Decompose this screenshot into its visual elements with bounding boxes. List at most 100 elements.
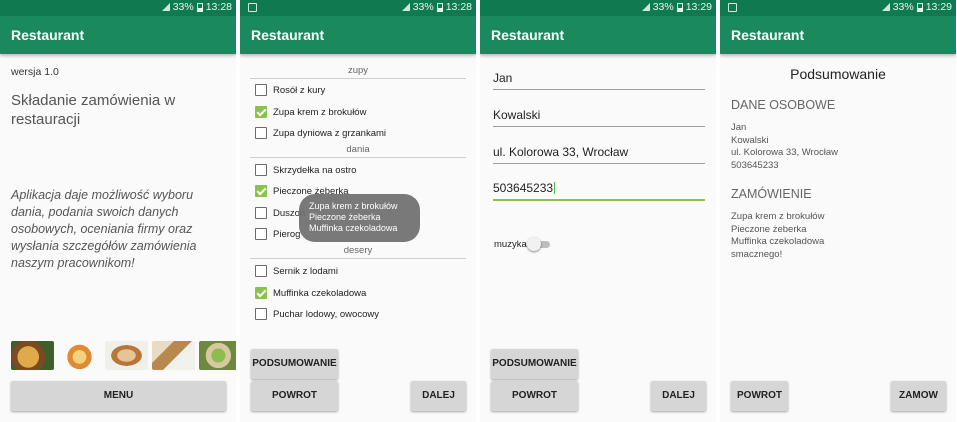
app-bar: Restaurant [0, 16, 236, 54]
checkbox-label: Pierog [273, 228, 301, 240]
summary-button[interactable]: PODSUMOWANIE [491, 349, 578, 379]
toast-line: Zupa krem z brokułów [309, 201, 398, 211]
screen-start: 33% 13:28 Restaurant wersja 1.0 Składani… [0, 0, 236, 422]
battery-percent: 33% [172, 1, 194, 13]
checkbox-label: Muffinka czekoladowa [273, 287, 367, 299]
summary-button[interactable]: PODSUMOWANIE [251, 349, 338, 379]
signal-icon [401, 3, 410, 11]
toast-line: Pieczone żeberka [309, 212, 381, 222]
phone-field[interactable]: 503645233 [493, 181, 705, 201]
checkbox[interactable] [255, 228, 267, 240]
section-header-mains: dania [250, 144, 466, 158]
section-header-desserts: desery [250, 245, 466, 259]
next-button[interactable]: DALEJ [651, 381, 706, 411]
clock: 13:29 [925, 1, 952, 13]
summary-line: Kowalski [731, 134, 769, 146]
address-field[interactable]: ul. Kolorowa 33, Wrocław [493, 145, 705, 164]
checkbox[interactable] [255, 287, 267, 299]
checkbox-item[interactable]: Zupa dyniowa z grzankami [255, 127, 386, 139]
version-label: wersja 1.0 [11, 66, 59, 78]
checkbox[interactable] [255, 127, 267, 139]
battery-percent: 33% [412, 1, 434, 13]
battery-icon [196, 2, 203, 12]
phone-value: 503645233 [493, 181, 554, 195]
food-gallery [11, 341, 236, 370]
app-title: Restaurant [251, 27, 325, 43]
checkbox-label: Zupa krem z brokułów [273, 106, 367, 118]
back-button[interactable]: POWROT [491, 381, 578, 411]
personal-data-block: Jan Kowalski ul. Kolorowa 33, Wrocław 50… [731, 122, 838, 172]
order-button[interactable]: ZAMOW [891, 381, 946, 411]
back-button[interactable]: POWROT [251, 381, 338, 411]
status-icons: 33% 13:28 [401, 1, 472, 13]
battery-percent: 33% [892, 1, 914, 13]
app-title: Restaurant [731, 27, 805, 43]
checkbox-item[interactable]: Sernik z lodami [255, 265, 338, 277]
signal-icon [161, 3, 170, 11]
food-image [105, 341, 148, 370]
checkbox-label: Rosół z kury [273, 84, 326, 96]
checkbox-item[interactable]: Duszon [255, 207, 305, 219]
food-image [11, 341, 54, 370]
summary-line: 503645233 [731, 159, 779, 171]
screenshot-icon [248, 3, 257, 12]
checkbox-item[interactable]: Muffinka czekoladowa [255, 287, 366, 299]
checkbox[interactable] [255, 84, 267, 96]
checkbox[interactable] [255, 265, 267, 277]
back-button[interactable]: POWROT [731, 381, 788, 411]
order-header: ZAMÓWIENIE [731, 187, 812, 201]
screen-summary: 33% 13:29 Restaurant Podsumowanie DANE O… [720, 0, 956, 422]
summary-line: Zupa krem z brokułów [731, 211, 825, 222]
app-bar: Restaurant [240, 16, 476, 54]
checkbox[interactable] [255, 308, 267, 320]
section-header-soups: zupy [250, 65, 466, 79]
checkbox-item[interactable]: Pierog [255, 228, 300, 240]
checkbox-label: Sernik z lodami [273, 265, 338, 277]
status-bar: 33% 13:29 [720, 0, 956, 16]
checkbox[interactable] [255, 185, 267, 197]
personal-data-header: DANE OSOBOWE [731, 98, 836, 112]
summary-line: ul. Kolorowa 33, Wrocław [731, 147, 839, 158]
last-name-field[interactable]: Kowalski [493, 108, 705, 127]
status-icons: 33% 13:29 [881, 1, 952, 13]
checkbox-label: Zupa dyniowa z grzankami [273, 127, 386, 139]
battery-icon [916, 2, 923, 12]
checkbox-item[interactable]: Rosół z kury [255, 84, 325, 96]
status-icons: 33% 13:28 [161, 1, 232, 13]
clock: 13:28 [205, 1, 232, 13]
checkbox-item[interactable]: Skrzydełka na ostro [255, 164, 356, 176]
summary-line: smacznego! [731, 248, 783, 260]
screen-personal-data: 33% 13:29 Restaurant Jan Kowalski ul. Ko… [480, 0, 716, 422]
signal-icon [641, 3, 650, 11]
food-image [152, 341, 195, 370]
app-description: Aplikacja daje możliwość wyboru dania, p… [11, 188, 197, 270]
summary-title: Podsumowanie [790, 66, 886, 82]
food-image [58, 341, 101, 370]
clock: 13:29 [685, 1, 712, 13]
selection-toast: Zupa krem z brokułów Pieczone żeberka Mu… [299, 194, 420, 242]
app-bar: Restaurant [480, 16, 716, 54]
checkbox[interactable] [255, 164, 267, 176]
first-name-field[interactable]: Jan [493, 71, 705, 90]
music-switch-thumb[interactable] [527, 237, 541, 251]
app-title: Restaurant [11, 27, 85, 43]
battery-icon [436, 2, 443, 12]
app-title: Restaurant [491, 27, 565, 43]
summary-line: Muffinka czekoladowa [731, 236, 825, 247]
next-button[interactable]: DALEJ [411, 381, 466, 411]
battery-icon [676, 2, 683, 12]
status-icons: 33% 13:29 [641, 1, 712, 13]
clock: 13:28 [445, 1, 472, 13]
screenshot-icon [728, 3, 737, 12]
text-cursor [554, 182, 556, 194]
checkbox[interactable] [255, 207, 267, 219]
toast-line: Muffinka czekoladowa [309, 223, 398, 233]
screen-menu: 33% 13:28 Restaurant zupy Rosół z kury Z… [240, 0, 476, 422]
checkbox[interactable] [255, 106, 267, 118]
checkbox-item[interactable]: Puchar lodowy, owocowy [255, 308, 379, 320]
music-switch-label: muzyka [494, 239, 527, 250]
checkbox-item[interactable]: Zupa krem z brokułów [255, 106, 366, 118]
status-bar: 33% 13:28 [0, 0, 236, 16]
menu-button[interactable]: MENU [11, 381, 226, 411]
checkbox-label: Puchar lodowy, owocowy [273, 308, 379, 320]
